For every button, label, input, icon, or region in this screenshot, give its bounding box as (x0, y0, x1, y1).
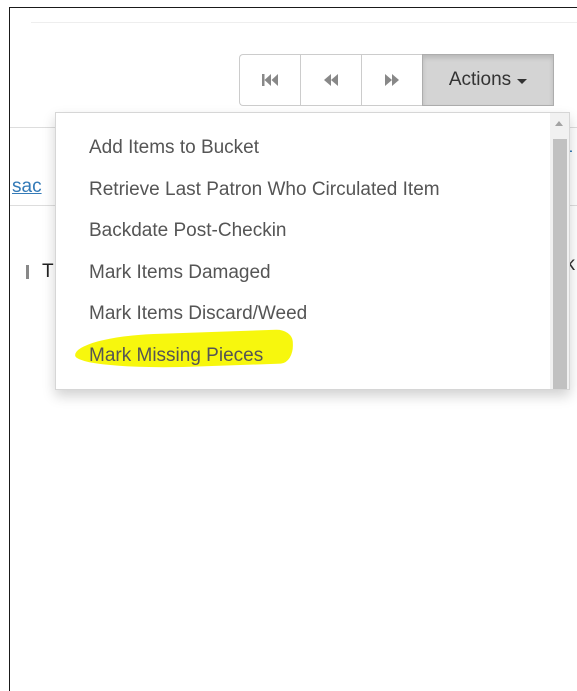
caret-down-icon (517, 78, 528, 84)
page-frame: sac T L ck Actions (9, 7, 577, 691)
next-page-button[interactable] (361, 54, 422, 106)
first-page-button[interactable] (239, 54, 300, 106)
actions-dropdown-menu: Add Items to Bucket Retrieve Last Patron… (55, 112, 570, 390)
background-checkbox (26, 265, 29, 279)
background-link[interactable]: sac (12, 176, 42, 198)
background-text: T (42, 261, 54, 282)
scroll-up-icon[interactable] (555, 121, 563, 126)
actions-label: Actions (448, 69, 512, 90)
menu-scrollbar[interactable] (550, 113, 569, 389)
previous-page-button[interactable] (300, 54, 361, 106)
actions-dropdown-button[interactable]: Actions (422, 54, 554, 106)
scroll-thumb[interactable] (553, 139, 567, 389)
first-page-icon (262, 74, 278, 86)
menu-item-retrieve-last-patron[interactable]: Retrieve Last Patron Who Circulated Item (89, 178, 440, 202)
divider (31, 22, 577, 23)
menu-item-backdate-post-checkin[interactable]: Backdate Post-Checkin (89, 219, 287, 243)
menu-item-mark-items-damaged[interactable]: Mark Items Damaged (89, 261, 271, 285)
previous-page-icon (324, 74, 338, 86)
menu-item-add-items-to-bucket[interactable]: Add Items to Bucket (89, 136, 259, 160)
pager-button-group: Actions (239, 54, 554, 106)
menu-item-mark-items-discard-weed[interactable]: Mark Items Discard/Weed (89, 302, 307, 326)
menu-item-mark-missing-pieces[interactable]: Mark Missing Pieces (89, 344, 263, 368)
next-page-icon (385, 74, 399, 86)
